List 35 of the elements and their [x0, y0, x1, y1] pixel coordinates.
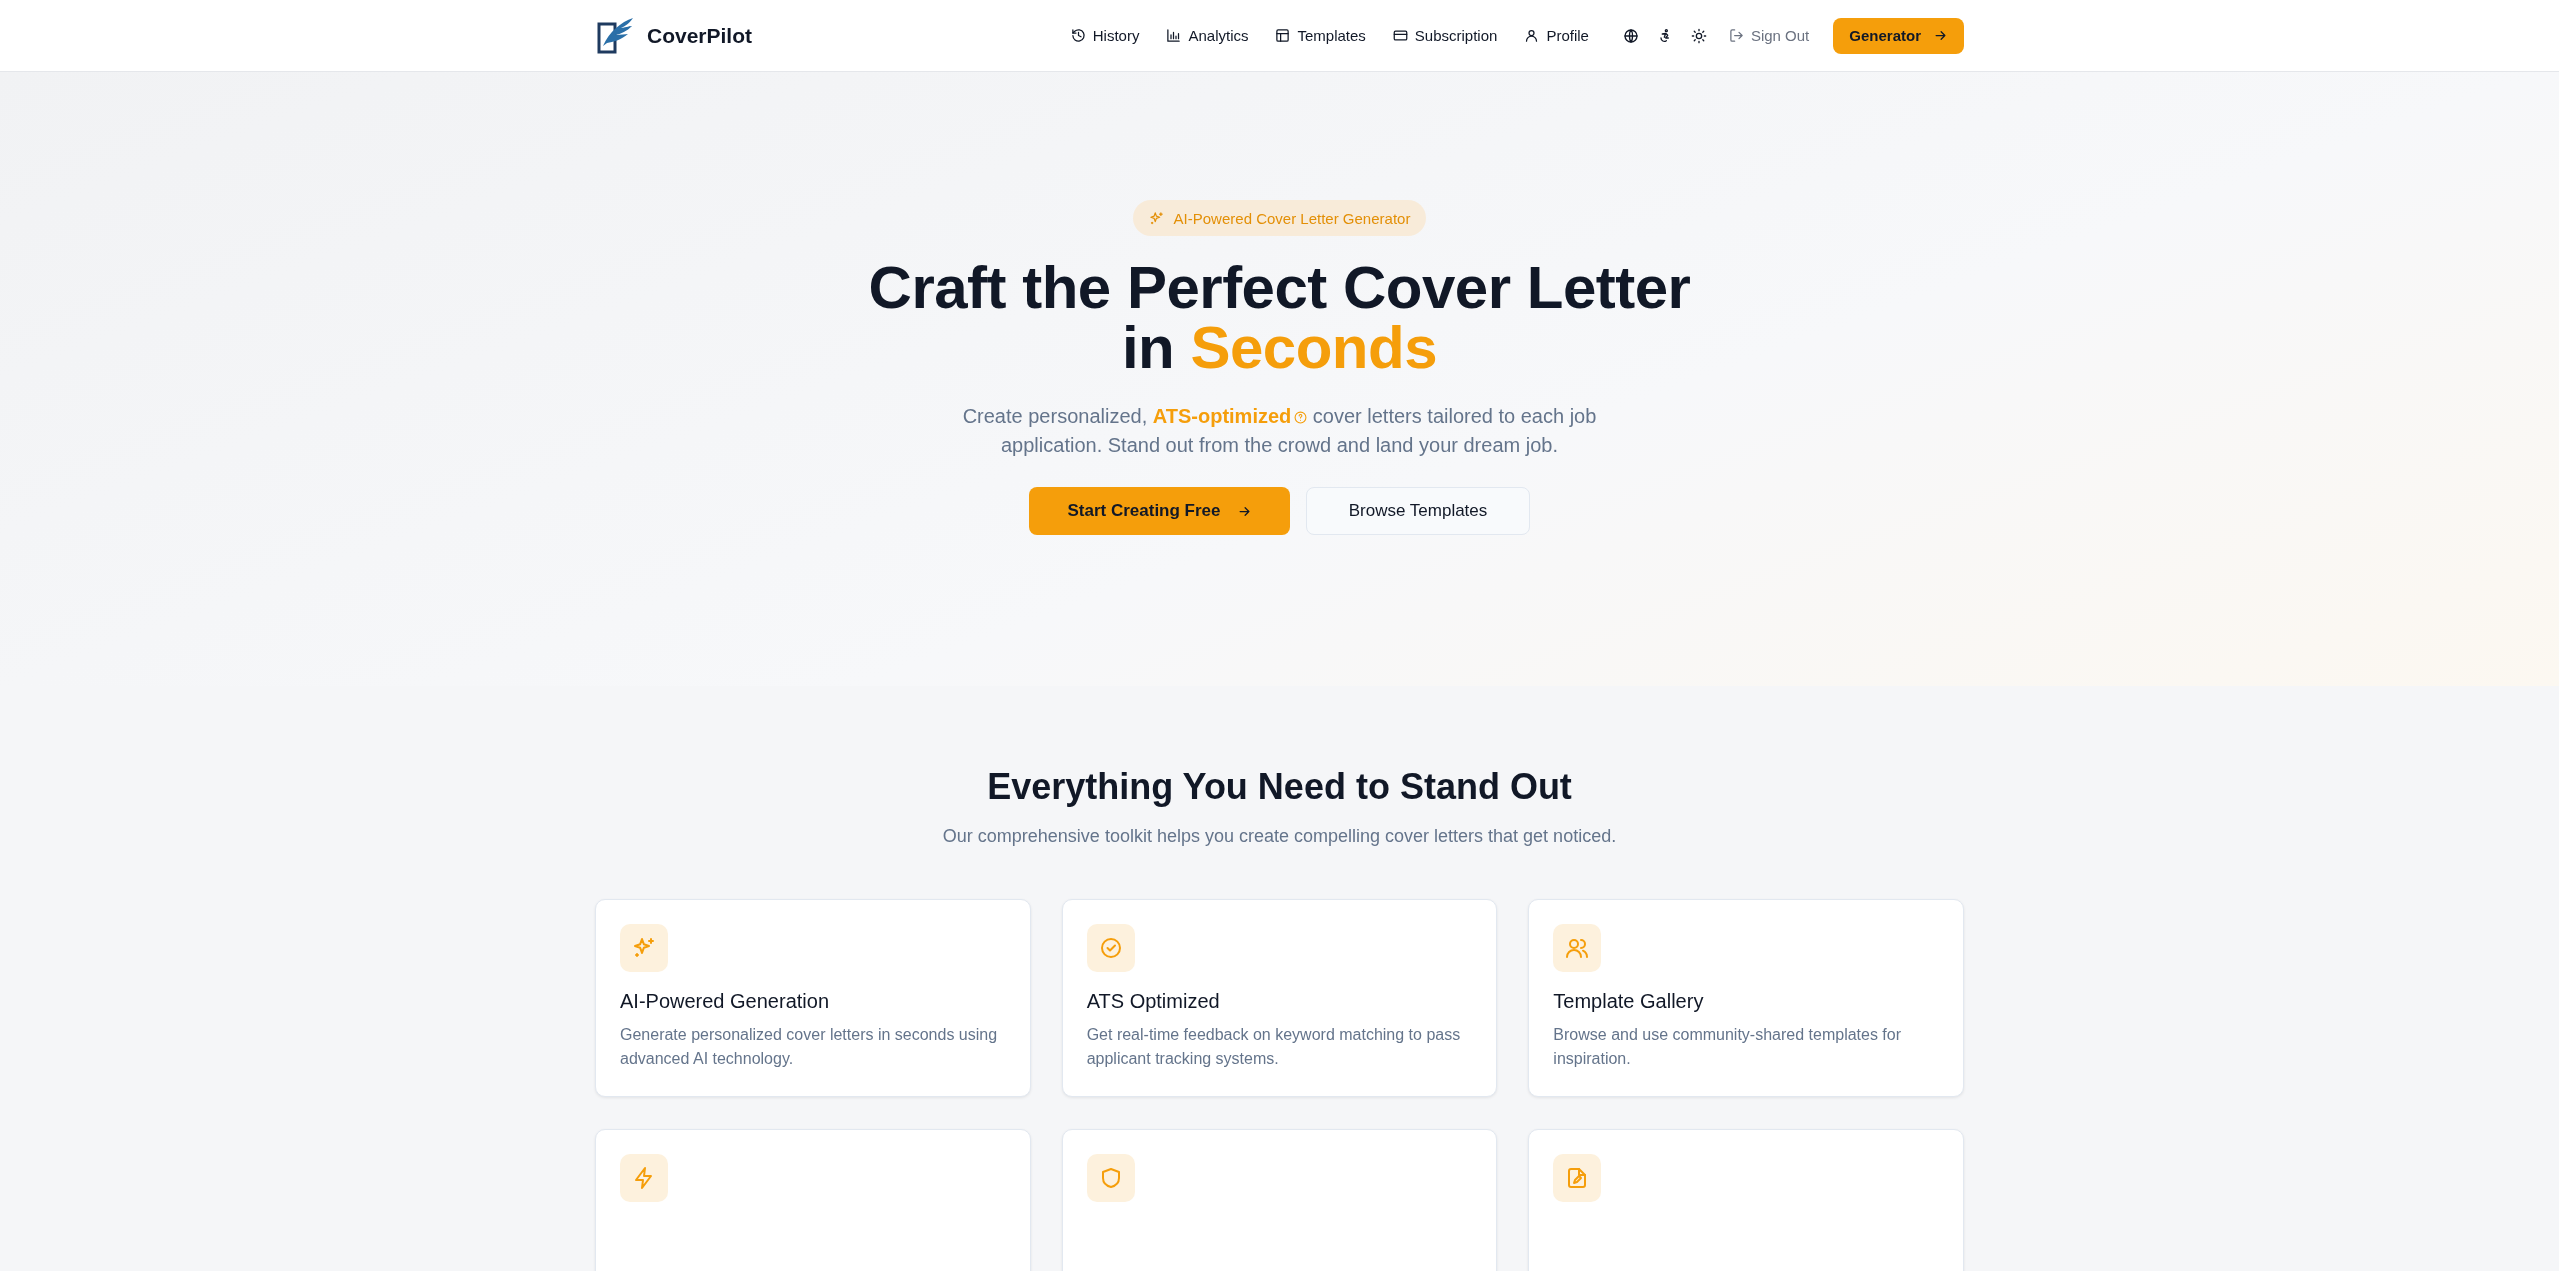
user-icon — [1524, 28, 1540, 43]
globe-icon[interactable] — [1622, 27, 1639, 44]
credit-card-icon — [1392, 28, 1408, 43]
nav-link[interactable]: Profile — [1524, 27, 1589, 44]
feature-title: ATS Optimized — [1086, 990, 1221, 1013]
sign-out-link[interactable]: Sign Out — [1728, 27, 1810, 44]
help-icon — [1294, 411, 1308, 425]
generator-button[interactable]: Generator — [1833, 17, 1964, 54]
arrow-right-icon — [1933, 28, 1948, 43]
sparkles-icon — [1148, 210, 1164, 226]
feature-title: Template Gallery — [1553, 990, 1705, 1013]
users-icon — [1565, 936, 1590, 960]
nav-link[interactable]: Analytics — [1166, 27, 1249, 44]
feature-badge: AI-Powered Cover Letter Generator — [1132, 200, 1427, 236]
sparkles-icon — [632, 936, 656, 960]
nav-link[interactable]: History — [1070, 27, 1140, 44]
nav-link[interactable]: Subscription — [1392, 27, 1498, 44]
logo-icon — [595, 15, 635, 56]
section-subtitle: Our comprehensive toolkit helps you create compelling cover letters that get noticed. — [941, 825, 1618, 848]
hero-subtitle: Create personalized, ATS-optimized cover letters tailored to each job application. Stand out from the crowd and land your dream job. — [961, 404, 1598, 458]
sun-icon[interactable] — [1690, 27, 1707, 44]
bar-chart-icon — [1166, 28, 1182, 43]
layout-icon — [1275, 28, 1291, 43]
feature-title: AI-Powered Generation — [620, 990, 830, 1013]
feature-description: Generate personalized cover letters in seconds using advanced AI technology. — [620, 1025, 999, 1069]
sign-out-icon — [1728, 28, 1744, 43]
start-creating-button[interactable]: Start Creating Free — [1029, 487, 1290, 535]
nav-link[interactable]: Templates — [1275, 27, 1366, 44]
feature-description: Browse and use community-shared templates for inspiration. — [1553, 1025, 1903, 1069]
check-circle-icon — [1098, 936, 1123, 960]
browse-templates-button[interactable]: Browse Templates — [1306, 487, 1530, 535]
history-icon — [1070, 28, 1086, 43]
section-title: Everything You Need to Stand Out — [986, 766, 1573, 808]
feature-description: Get real-time feedback on keyword matching to pass applicant tracking systems. — [1086, 1025, 1462, 1069]
brand-name: CoverPilot — [647, 23, 753, 48]
